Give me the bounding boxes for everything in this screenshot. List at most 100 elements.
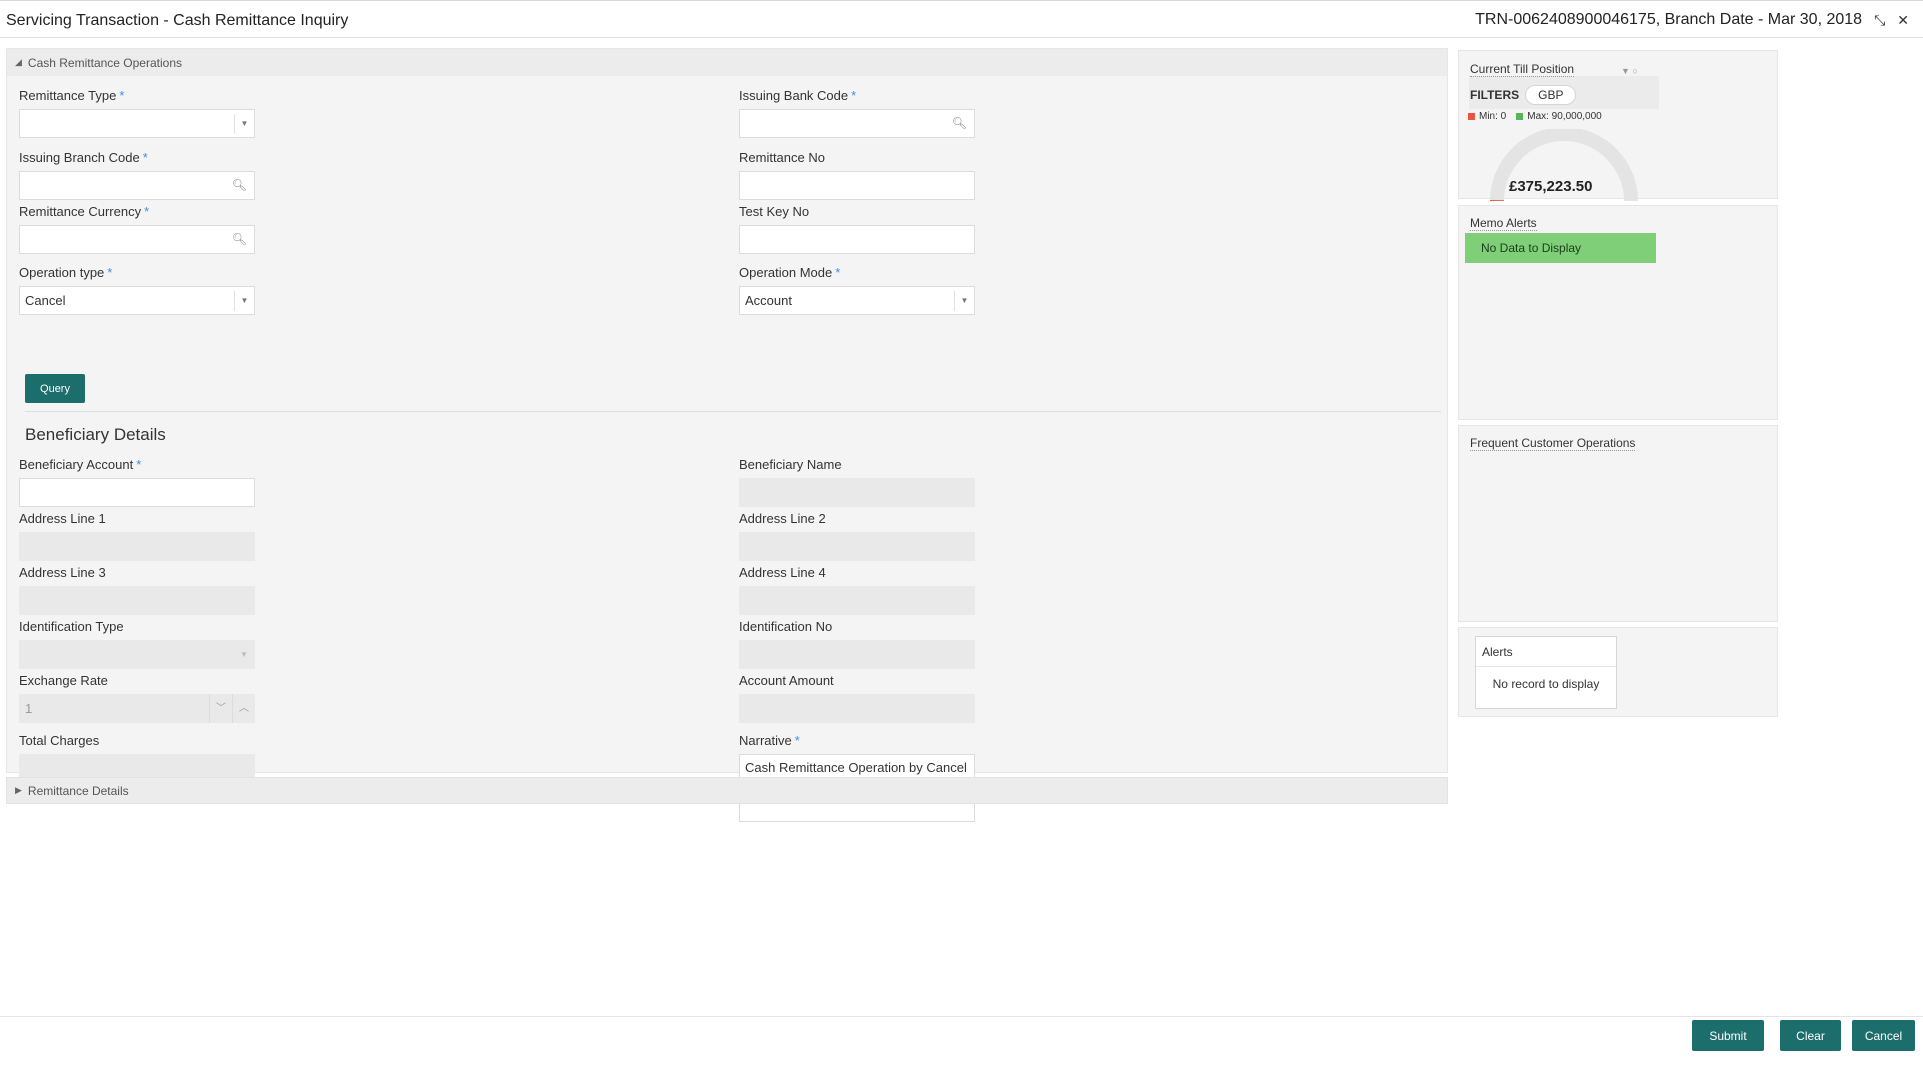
frequent-operations-title: Frequent Customer Operations: [1470, 436, 1636, 451]
remittance-type-field: Remittance Type * ▼: [19, 87, 255, 138]
address-line-3-input: [19, 586, 255, 615]
min-legend-swatch: [1468, 113, 1475, 120]
transaction-info: TRN-0062408900046175, Branch Date - Mar …: [1475, 11, 1863, 28]
required-asterisk: *: [142, 150, 148, 165]
remittance-currency-field: Remittance Currency * 🔍︎: [19, 203, 255, 254]
narrative-label: Narrative: [739, 733, 792, 748]
required-asterisk: *: [144, 204, 150, 219]
address-line-1-field: Address Line 1: [19, 510, 255, 561]
frequent-operations-panel: Frequent Customer Operations: [1458, 425, 1778, 622]
required-asterisk: *: [136, 457, 142, 472]
chevron-down-icon: ﹀: [209, 694, 232, 723]
identification-type-field: Identification Type ▼: [19, 618, 255, 669]
beneficiary-account-input[interactable]: [19, 478, 255, 507]
till-position-title: Current Till Position: [1470, 62, 1575, 77]
exchange-rate-field: Exchange Rate 1 ﹀ ︿: [19, 672, 255, 723]
filter-icon[interactable]: ▼ ○: [1621, 66, 1638, 76]
remittance-no-input[interactable]: [739, 171, 975, 200]
identification-no-label: Identification No: [739, 619, 833, 634]
search-icon[interactable]: 🔍︎: [952, 116, 967, 130]
max-legend-swatch: [1516, 113, 1524, 120]
address-line-2-field: Address Line 2: [739, 510, 975, 561]
operation-type-label: Operation type: [19, 265, 105, 280]
remittance-type-select[interactable]: ▼: [19, 109, 255, 138]
section-title: Remittance Details: [27, 783, 129, 798]
beneficiary-name-field: Beneficiary Name: [739, 456, 975, 507]
till-amount: £375,223.50: [1509, 178, 1593, 195]
address-line-1-label: Address Line 1: [19, 511, 106, 526]
alerts-empty: No record to display: [1492, 677, 1600, 691]
account-amount-label: Account Amount: [739, 673, 834, 688]
address-line-1-input: [19, 532, 255, 561]
beneficiary-name-input: [739, 478, 975, 507]
issuing-branch-code-label: Issuing Branch Code: [19, 150, 140, 165]
remittance-currency-input[interactable]: 🔍︎: [19, 225, 255, 254]
required-asterisk: *: [794, 733, 800, 748]
required-asterisk: *: [851, 88, 857, 103]
memo-no-data: No Data to Display: [1465, 233, 1656, 263]
operation-mode-field: Operation Mode * Account ▼: [739, 264, 975, 315]
close-icon[interactable]: ✕: [1897, 12, 1909, 29]
identification-type-label: Identification Type: [19, 619, 124, 634]
issuing-branch-code-input[interactable]: 🔍︎: [19, 171, 255, 200]
identification-type-select: ▼: [19, 640, 255, 669]
filters-row: FILTERS GBP: [1470, 85, 1577, 105]
chevron-down-icon[interactable]: ▼: [234, 114, 254, 134]
remittance-no-field: Remittance No: [739, 149, 975, 200]
issuing-bank-code-label: Issuing Bank Code: [739, 88, 849, 103]
address-line-3-field: Address Line 3: [19, 564, 255, 615]
issuing-bank-code-field: Issuing Bank Code * 🔍︎: [739, 87, 975, 138]
cash-remittance-form: ◢ Cash Remittance Operations Remittance …: [6, 48, 1448, 822]
query-button[interactable]: Query: [25, 374, 85, 403]
alerts-box: Alerts No record to display: [1475, 636, 1617, 709]
address-line-4-label: Address Line 4: [739, 565, 826, 580]
submit-button[interactable]: Submit: [1692, 1020, 1764, 1051]
till-position-panel: Current Till Position ▼ ○ FILTERS GBP Mi…: [1458, 50, 1778, 201]
header-bar: Servicing Transaction - Cash Remittance …: [0, 0, 1923, 38]
min-label: Min: 0: [1479, 111, 1507, 122]
remittance-no-label: Remittance No: [739, 150, 825, 165]
required-asterisk: *: [835, 265, 841, 280]
exchange-rate-label: Exchange Rate: [19, 673, 108, 688]
footer-divider: [0, 1016, 1923, 1017]
issuing-bank-code-input[interactable]: 🔍︎: [739, 109, 975, 138]
required-asterisk: *: [107, 265, 113, 280]
alerts-panel: Alerts No record to display: [1458, 627, 1778, 717]
account-amount-input: [739, 694, 975, 723]
section-divider: [25, 411, 1441, 412]
address-line-2-input: [739, 532, 975, 561]
section-header-operations[interactable]: ◢ Cash Remittance Operations: [7, 49, 1447, 76]
memo-alerts-panel: Memo Alerts No Data to Display: [1458, 205, 1778, 420]
issuing-branch-code-field: Issuing Branch Code * 🔍︎: [19, 149, 255, 200]
expand-triangle-icon: ▶: [15, 785, 22, 795]
minimize-icon[interactable]: ⤡: [1874, 12, 1885, 29]
currency-filter-pill[interactable]: GBP: [1525, 85, 1577, 105]
filters-label: FILTERS: [1470, 88, 1520, 102]
exchange-rate-stepper: 1 ﹀ ︿: [19, 694, 255, 723]
section-header-remittance-details[interactable]: ▶ Remittance Details: [6, 777, 1448, 804]
exchange-rate-input: 1: [19, 694, 209, 723]
identification-no-input: [739, 640, 975, 669]
test-key-no-field: Test Key No: [739, 203, 975, 254]
search-icon[interactable]: 🔍︎: [232, 232, 247, 246]
beneficiary-name-label: Beneficiary Name: [739, 457, 842, 472]
required-asterisk: *: [119, 88, 125, 103]
account-amount-field: Account Amount: [739, 672, 975, 723]
operation-type-field: Operation type * Cancel ▼: [19, 264, 255, 315]
clear-button[interactable]: Clear: [1780, 1020, 1841, 1051]
address-line-3-label: Address Line 3: [19, 565, 106, 580]
search-icon[interactable]: 🔍︎: [232, 178, 247, 192]
operation-type-select[interactable]: Cancel ▼: [19, 286, 255, 315]
address-line-2-label: Address Line 2: [739, 511, 826, 526]
chevron-down-icon[interactable]: ▼: [954, 291, 974, 311]
chevron-down-icon[interactable]: ▼: [234, 291, 254, 311]
max-label: Max: 90,000,000: [1527, 111, 1602, 122]
test-key-no-label: Test Key No: [739, 204, 810, 219]
operation-mode-select[interactable]: Account ▼: [739, 286, 975, 315]
test-key-no-input[interactable]: [739, 225, 975, 254]
beneficiary-account-label: Beneficiary Account: [19, 457, 134, 472]
remittance-currency-label: Remittance Currency: [19, 204, 142, 219]
remittance-type-label: Remittance Type: [19, 88, 117, 103]
beneficiary-details-title: Beneficiary Details: [25, 425, 166, 444]
cancel-button[interactable]: Cancel: [1852, 1020, 1915, 1051]
